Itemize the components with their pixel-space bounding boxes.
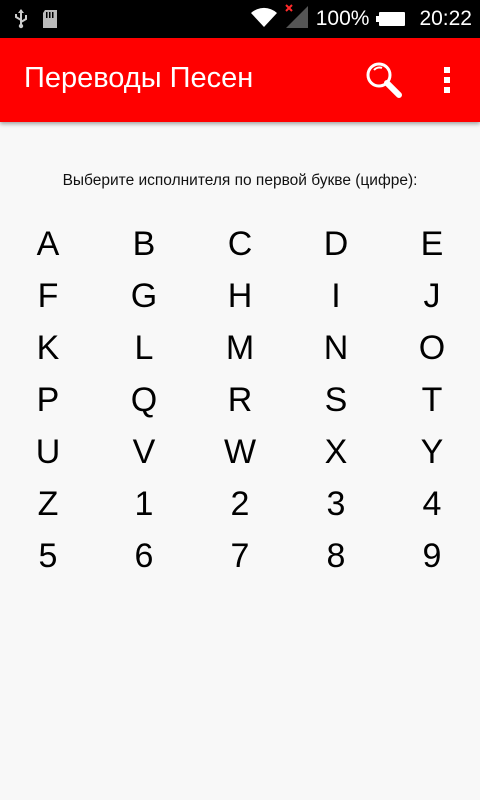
letter-key-p[interactable]: P	[0, 374, 96, 426]
letter-key-c[interactable]: C	[192, 218, 288, 270]
overflow-menu-icon	[444, 67, 450, 93]
overflow-menu-button[interactable]	[430, 60, 464, 100]
letter-key-z[interactable]: Z	[0, 478, 96, 530]
letter-key-h[interactable]: H	[192, 270, 288, 322]
letter-key-2[interactable]: 2	[192, 478, 288, 530]
search-button[interactable]	[362, 58, 406, 102]
letter-key-x[interactable]: X	[288, 426, 384, 478]
search-icon	[366, 62, 402, 98]
letter-grid: ABCDE FGHIJ KLMNO PQRST UVWXY Z1234 56789	[0, 218, 480, 582]
status-left-icons	[14, 9, 58, 34]
letter-key-f[interactable]: F	[0, 270, 96, 322]
letter-key-8[interactable]: 8	[288, 530, 384, 582]
letter-key-a[interactable]: A	[0, 218, 96, 270]
battery-percent: 100%	[315, 7, 370, 30]
signal-no-service-icon	[284, 3, 310, 35]
letter-key-6[interactable]: 6	[96, 530, 192, 582]
usb-icon	[14, 9, 28, 34]
letter-key-q[interactable]: Q	[96, 374, 192, 426]
letter-key-r[interactable]: R	[192, 374, 288, 426]
sd-card-icon	[42, 9, 58, 34]
artist-letter-prompt: Выберите исполнителя по первой букве (ци…	[62, 172, 418, 189]
app-bar: Переводы Песен	[0, 38, 480, 122]
letter-key-m[interactable]: M	[192, 322, 288, 374]
letter-key-b[interactable]: B	[96, 218, 192, 270]
letter-key-v[interactable]: V	[96, 426, 192, 478]
clock: 20:22	[419, 7, 472, 30]
letter-key-t[interactable]: T	[384, 374, 480, 426]
letter-key-i[interactable]: I	[288, 270, 384, 322]
letter-key-g[interactable]: G	[96, 270, 192, 322]
letter-key-5[interactable]: 5	[0, 530, 96, 582]
battery-icon	[376, 12, 406, 26]
status-right-icons: 100% 20:22	[250, 0, 472, 38]
letter-key-s[interactable]: S	[288, 374, 384, 426]
letter-key-9[interactable]: 9	[384, 530, 480, 582]
wifi-icon	[250, 6, 278, 33]
letter-key-w[interactable]: W	[192, 426, 288, 478]
letter-key-3[interactable]: 3	[288, 478, 384, 530]
letter-key-y[interactable]: Y	[384, 426, 480, 478]
letter-key-l[interactable]: L	[96, 322, 192, 374]
letter-key-j[interactable]: J	[384, 270, 480, 322]
letter-key-d[interactable]: D	[288, 218, 384, 270]
letter-key-7[interactable]: 7	[192, 530, 288, 582]
letter-key-4[interactable]: 4	[384, 478, 480, 530]
status-bar: 100% 20:22	[0, 0, 480, 38]
letter-key-u[interactable]: U	[0, 426, 96, 478]
app-title: Переводы Песен	[24, 62, 254, 94]
letter-key-n[interactable]: N	[288, 322, 384, 374]
letter-key-1[interactable]: 1	[96, 478, 192, 530]
letter-key-k[interactable]: K	[0, 322, 96, 374]
letter-key-o[interactable]: O	[384, 322, 480, 374]
letter-key-e[interactable]: E	[384, 218, 480, 270]
